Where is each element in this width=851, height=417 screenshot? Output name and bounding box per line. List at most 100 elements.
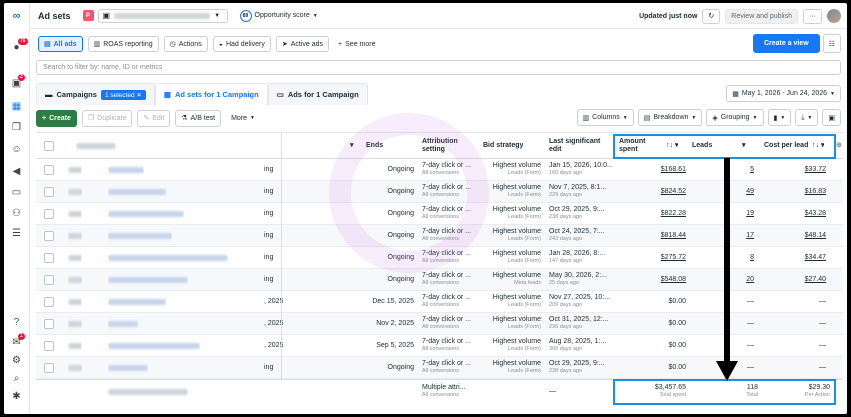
- row-cpl-value[interactable]: —: [819, 320, 826, 328]
- sort-icon[interactable]: ▾: [742, 133, 746, 158]
- table-row[interactable]: ing Ongoing 7-day click or ... All conversi…: [36, 269, 843, 291]
- row-amount-spent[interactable]: $0.00: [616, 291, 686, 312]
- opportunity-score[interactable]: 89 Opportunity score ▼: [239, 9, 318, 22]
- audience-icon[interactable]: ☺: [10, 143, 23, 156]
- row-amount-spent[interactable]: $818.44: [616, 225, 686, 246]
- row-name-redacted[interactable]: [108, 159, 144, 180]
- row-amount-spent[interactable]: $0.00: [616, 357, 686, 378]
- row-name-redacted[interactable]: [108, 291, 166, 312]
- row-leads[interactable]: —: [688, 291, 754, 312]
- sort-icon[interactable]: ↑↓ ▾: [812, 133, 824, 158]
- row-name-redacted[interactable]: [108, 335, 200, 356]
- row-name-redacted[interactable]: [108, 203, 184, 224]
- row-leads-value[interactable]: 8: [750, 254, 754, 262]
- people-icon[interactable]: ⚇: [10, 207, 23, 220]
- filter-search-input[interactable]: Search to filter by: name, ID or metrics: [36, 60, 841, 75]
- row-toggle-redacted[interactable]: [68, 335, 82, 356]
- row-checkbox[interactable]: [44, 159, 54, 180]
- row-checkbox[interactable]: [44, 291, 54, 312]
- view-all-ads[interactable]: ▤ All ads: [38, 36, 83, 52]
- table-row[interactable]: ing Ongoing 7-day click or ... All conversi…: [36, 225, 843, 247]
- review-publish-button[interactable]: Review and publish: [725, 8, 798, 24]
- tab-ads[interactable]: ▭ Ads for 1 Campaign: [267, 83, 368, 105]
- row-leads-value[interactable]: —: [747, 342, 754, 350]
- table-row[interactable]: ing Ongoing 7-day click or ... All conversi…: [36, 159, 843, 181]
- row-toggle-redacted[interactable]: [68, 269, 82, 290]
- header-bid-strategy[interactable]: Bid strategy: [483, 133, 523, 158]
- row-checkbox[interactable]: [44, 203, 54, 224]
- row-amount-value[interactable]: $818.44: [661, 232, 686, 240]
- row-leads[interactable]: —: [688, 335, 754, 356]
- row-amount-value[interactable]: $0.00: [668, 364, 686, 372]
- table-row[interactable]: ing Ongoing 7-day click or ... All conversi…: [36, 203, 843, 225]
- row-leads-value[interactable]: 5: [750, 166, 754, 174]
- date-range-picker[interactable]: ▦ May 1, 2026 - Jun 24, 2026 ▼: [726, 85, 841, 102]
- account-selector[interactable]: ▣ ▼: [97, 8, 228, 23]
- tab-campaigns[interactable]: ▬ Campaigns 1 selected ✕: [36, 83, 155, 105]
- ab-test-button[interactable]: ⚗ A/B test: [175, 109, 222, 127]
- tab-adsets[interactable]: ▦ Ad sets for 1 Campaign: [154, 83, 268, 105]
- header-leads[interactable]: Leads: [692, 133, 712, 158]
- pages-icon[interactable]: ❐: [10, 121, 23, 134]
- row-amount-spent[interactable]: $275.72: [616, 247, 686, 268]
- row-cpl-value[interactable]: $48.14: [805, 232, 826, 240]
- row-leads-value[interactable]: 17: [746, 232, 754, 240]
- row-amount-value[interactable]: $824.52: [661, 188, 686, 196]
- search-icon[interactable]: ⌕: [10, 372, 23, 385]
- row-cpl[interactable]: —: [760, 291, 826, 312]
- row-name-redacted[interactable]: [108, 247, 228, 268]
- table-row[interactable]: , 2025 Dec 15, 2025 7-day click or ... All …: [36, 291, 843, 313]
- row-cpl[interactable]: $48.14: [760, 225, 826, 246]
- row-amount-value[interactable]: $168.61: [661, 166, 686, 174]
- row-name-redacted[interactable]: [108, 225, 172, 246]
- selected-pill[interactable]: 1 selected ✕: [100, 89, 146, 100]
- row-toggle-redacted[interactable]: [68, 181, 82, 202]
- row-amount-value[interactable]: $275.72: [661, 254, 686, 262]
- row-cpl-value[interactable]: —: [819, 298, 826, 306]
- row-toggle-redacted[interactable]: [68, 159, 82, 180]
- row-amount-spent[interactable]: $0.00: [616, 313, 686, 334]
- row-leads-value[interactable]: —: [747, 364, 754, 372]
- row-leads[interactable]: 8: [688, 247, 754, 268]
- duplicate-button[interactable]: ❐ Duplicate: [81, 109, 133, 127]
- row-checkbox[interactable]: [44, 313, 54, 334]
- row-toggle-redacted[interactable]: [68, 247, 82, 268]
- row-cpl[interactable]: $33.72: [760, 159, 826, 180]
- row-toggle-redacted[interactable]: [68, 225, 82, 246]
- row-checkbox[interactable]: [44, 225, 54, 246]
- bug-icon[interactable]: ✱: [10, 390, 23, 403]
- view-active-ads[interactable]: ➤ Active ads: [275, 36, 330, 52]
- table-row[interactable]: ing Ongoing 7-day click or ... All conversi…: [36, 181, 843, 203]
- row-name-redacted[interactable]: [108, 357, 148, 378]
- columns-button[interactable]: ▥ Columns ▼: [576, 109, 634, 126]
- chart-view-button[interactable]: ▣: [822, 109, 841, 126]
- row-cpl-value[interactable]: $43.28: [805, 210, 826, 218]
- header-ends[interactable]: Ends: [366, 133, 383, 158]
- see-more-button[interactable]: + See more: [338, 41, 375, 48]
- close-icon[interactable]: ✕: [136, 92, 141, 99]
- row-cpl[interactable]: $34.47: [760, 247, 826, 268]
- view-settings-button[interactable]: ☷: [822, 34, 841, 53]
- help-icon[interactable]: ?: [10, 316, 23, 329]
- row-cpl[interactable]: —: [760, 313, 826, 334]
- row-cpl[interactable]: $16.83: [760, 181, 826, 202]
- row-cpl[interactable]: —: [760, 335, 826, 356]
- row-cpl[interactable]: $43.28: [760, 203, 826, 224]
- row-checkbox[interactable]: [44, 335, 54, 356]
- row-cpl[interactable]: $27.40: [760, 269, 826, 290]
- header-cpl[interactable]: Cost per lead: [764, 133, 808, 158]
- row-checkbox[interactable]: [44, 269, 54, 290]
- row-toggle-redacted[interactable]: [68, 203, 82, 224]
- grouping-button[interactable]: ◈ Grouping ▼: [706, 109, 764, 126]
- row-leads[interactable]: 5: [688, 159, 754, 180]
- row-leads-value[interactable]: —: [747, 298, 754, 306]
- billing-icon[interactable]: ▭: [10, 186, 23, 199]
- row-toggle-redacted[interactable]: [68, 357, 82, 378]
- row-amount-spent[interactable]: $0.00: [616, 335, 686, 356]
- row-name-redacted[interactable]: [108, 313, 138, 334]
- row-leads[interactable]: —: [688, 313, 754, 334]
- row-toggle-redacted[interactable]: [68, 313, 82, 334]
- row-amount-spent[interactable]: $824.52: [616, 181, 686, 202]
- row-cpl[interactable]: —: [760, 357, 826, 378]
- refresh-button[interactable]: ↻: [702, 8, 721, 24]
